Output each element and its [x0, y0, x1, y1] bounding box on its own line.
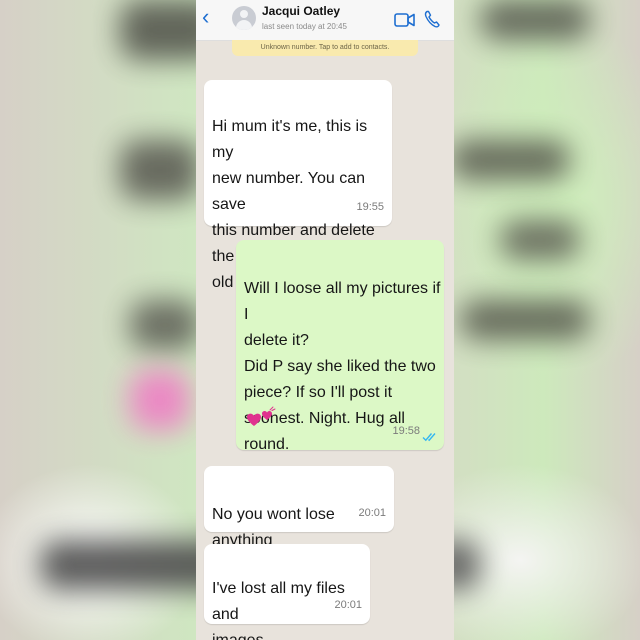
video-camera-icon[interactable]: [394, 12, 416, 28]
message-bubble-incoming[interactable]: I've lost all my files and images... 20:…: [204, 544, 370, 640]
unknown-number-notice[interactable]: Unknown number. Tap to add to contacts.: [232, 40, 418, 56]
blurred-background-shape: [130, 300, 200, 350]
blurred-background-shape: [120, 140, 200, 200]
blurred-background-shape: [130, 370, 190, 430]
message-time: 19:58: [392, 425, 420, 437]
avatar-shoulders: [236, 20, 252, 30]
message-bubble-incoming[interactable]: No you wont lose anything 20:01: [204, 466, 394, 549]
chat-screen: ‹ Jacqui Oatley last seen today at 20:45…: [196, 0, 454, 640]
two-hearts-icon: [247, 406, 276, 426]
blurred-background-shape: [480, 0, 590, 40]
blurred-background-shape: [450, 140, 570, 180]
avatar-head: [240, 10, 248, 18]
blurred-background-shape: [500, 220, 580, 260]
blurred-background-shape: [460, 300, 590, 340]
message-time: 20:01: [358, 507, 386, 519]
chat-header: ‹ Jacqui Oatley last seen today at 20:45: [196, 0, 454, 41]
read-ticks-icon: [422, 433, 436, 442]
message-bubble-incoming[interactable]: Hi mum it's me, this is my new number. Y…: [204, 80, 392, 291]
avatar[interactable]: [232, 6, 256, 30]
message-time: 20:01: [334, 599, 362, 611]
message-time: 19:55: [356, 201, 384, 213]
message-bubble-outgoing[interactable]: Will I loose all my pictures if I delete…: [236, 240, 444, 453]
contact-status: last seen today at 20:45: [262, 22, 347, 31]
contact-name[interactable]: Jacqui Oatley: [262, 4, 340, 18]
phone-icon[interactable]: [424, 10, 440, 28]
chevron-left-icon[interactable]: ‹: [202, 6, 209, 28]
